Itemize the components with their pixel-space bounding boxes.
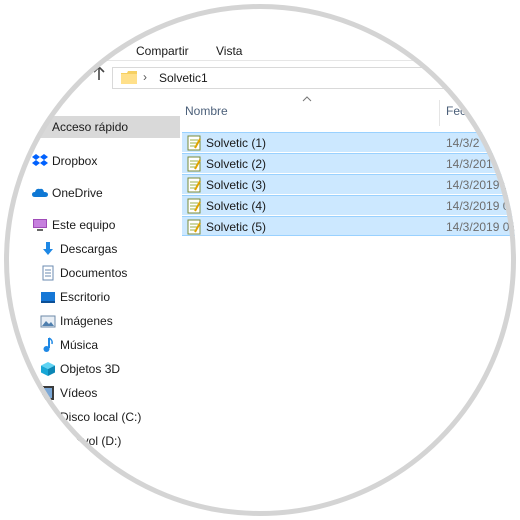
address-row: › Solvetic1 — [4, 60, 516, 93]
notepad-file-icon — [186, 177, 202, 193]
file-date: 14/3/2019 0 — [446, 199, 510, 213]
explorer-window: Compartir Vista › Solvetic1 Acceso rápid… — [4, 4, 516, 516]
notepad-file-icon — [186, 135, 202, 151]
sidebar-item-label: Objetos 3D — [60, 362, 121, 376]
cube-icon — [40, 361, 56, 377]
dropbox-icon — [32, 153, 48, 169]
navigation-pane: Acceso rápido Dropbox OneDrive Este equi… — [4, 94, 180, 514]
sidebar-item-label: Dropbox — [52, 154, 98, 168]
document-icon — [40, 265, 56, 281]
tab-vista[interactable]: Vista — [216, 44, 242, 58]
file-date: 14/3/2 — [446, 136, 480, 150]
cloud-icon — [32, 185, 48, 201]
breadcrumb-folder[interactable]: Solvetic1 — [159, 71, 208, 85]
file-row[interactable]: Solvetic (3) 14/3/2019 0 — [182, 174, 516, 194]
file-row[interactable]: Solvetic (4) 14/3/2019 0 — [182, 195, 516, 215]
sidebar-item-label: Disco local (C:) — [60, 410, 142, 424]
sidebar-item-dropbox[interactable]: Dropbox — [4, 150, 180, 172]
column-header-name[interactable]: Nombre — [185, 104, 228, 118]
ribbon: Compartir Vista — [4, 4, 516, 60]
file-list: Nombre Fec Solvetic (1) 14/3/2 Solvetic … — [180, 94, 516, 494]
sidebar-item-3d-objects[interactable]: Objetos 3D — [4, 358, 180, 380]
sidebar-item-desktop[interactable]: Escritorio — [4, 286, 180, 308]
sidebar-item-label: Descargas — [60, 242, 118, 256]
download-icon — [40, 241, 56, 257]
sidebar-item-label: Documentos — [60, 266, 128, 280]
breadcrumb-chevron-icon[interactable]: › — [143, 70, 147, 84]
sidebar-item-label: Acceso rápido — [52, 120, 129, 134]
file-date: 14/3/201 — [446, 157, 493, 171]
sidebar-item-label: Este equipo — [52, 218, 116, 232]
sidebar-item-quick-access[interactable]: Acceso rápido — [4, 116, 180, 138]
notepad-file-icon — [186, 156, 202, 172]
up-arrow-icon[interactable] — [92, 65, 108, 85]
pictures-icon — [40, 313, 56, 329]
sidebar-item-label: OneDrive — [52, 186, 103, 200]
music-icon — [40, 337, 56, 353]
file-name: Solvetic (5) — [206, 220, 267, 234]
sidebar-item-label: Vídeos — [60, 386, 98, 400]
file-name: Solvetic (2) — [206, 157, 267, 171]
folder-icon — [121, 71, 137, 84]
file-row[interactable]: Solvetic (5) 14/3/2019 08 — [182, 216, 516, 236]
sort-ascending-icon — [302, 94, 312, 105]
address-bar[interactable]: › Solvetic1 — [112, 67, 516, 89]
sidebar-item-local-disk-c[interactable]: Disco local (C:) — [4, 406, 180, 428]
file-date: 14/3/2019 08 — [446, 220, 516, 234]
screenshot-stage: Compartir Vista › Solvetic1 Acceso rápid… — [0, 0, 520, 520]
sidebar-item-label: Imágenes — [60, 314, 113, 328]
sidebar-item-label: Escritorio — [60, 290, 111, 304]
sidebar-item-label: Música — [60, 338, 99, 352]
file-date: 14/3/2019 0 — [446, 178, 510, 192]
file-name: Solvetic (1) — [206, 136, 267, 150]
file-row[interactable]: Solvetic (1) 14/3/2 — [182, 132, 516, 152]
sidebar-item-documents[interactable]: Documentos — [4, 262, 180, 284]
sidebar-item-label: evo vol (D:) — [60, 434, 122, 448]
file-name: Solvetic (4) — [206, 199, 267, 213]
sidebar-item-pictures[interactable]: Imágenes — [4, 310, 180, 332]
notepad-file-icon — [186, 198, 202, 214]
sidebar-item-volume-d[interactable]: evo vol (D:) — [4, 430, 180, 452]
computer-icon — [32, 217, 48, 233]
tab-compartir[interactable]: Compartir — [136, 44, 189, 58]
sidebar-item-videos[interactable]: Vídeos — [4, 382, 180, 404]
desktop-icon — [40, 289, 56, 305]
sidebar-item-onedrive[interactable]: OneDrive — [4, 182, 180, 204]
video-icon — [40, 385, 56, 401]
notepad-file-icon — [186, 219, 202, 235]
sidebar-item-this-pc[interactable]: Este equipo — [4, 214, 180, 236]
sidebar-item-downloads[interactable]: Descargas — [4, 238, 180, 260]
sidebar-item-music[interactable]: Música — [4, 334, 180, 356]
column-divider[interactable] — [439, 100, 440, 126]
file-row[interactable]: Solvetic (2) 14/3/201 — [182, 153, 516, 173]
file-name: Solvetic (3) — [206, 178, 267, 192]
column-header-date[interactable]: Fec — [446, 104, 466, 118]
